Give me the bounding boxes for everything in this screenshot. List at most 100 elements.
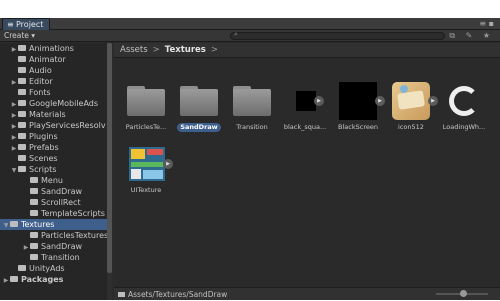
- asset-folder-transition[interactable]: Transition: [226, 82, 278, 142]
- sidebar-item-playservicesresolver[interactable]: ▶ PlayServicesResolv: [0, 120, 112, 131]
- folder-icon: [18, 144, 26, 150]
- sidebar-item-label: Transition: [41, 253, 80, 262]
- expand-arrow-icon[interactable]: ▶: [2, 275, 10, 286]
- sidebar-item-prefabs[interactable]: ▶ Prefabs: [0, 142, 112, 153]
- folder-icon: [30, 254, 38, 260]
- search-icon: ⌕: [234, 30, 238, 38]
- folder-icon: [18, 89, 26, 95]
- asset-browser: Assets > Textures > ParticlesTe... SandDraw…: [114, 43, 500, 300]
- asset-label: black_squa...: [283, 123, 327, 131]
- asset-label: BlackScreen: [338, 123, 378, 131]
- asset-texture-black-square[interactable]: ▶ black_squa...: [279, 82, 331, 142]
- sidebar-scrollbar[interactable]: [107, 43, 112, 300]
- sidebar-item-animator[interactable]: Animator: [0, 54, 112, 65]
- sidebar-item-scrollrect[interactable]: ScrollRect: [0, 197, 112, 208]
- breadcrumb-root[interactable]: Assets: [120, 45, 148, 55]
- window-menu-icon[interactable]: ≡ ▪: [479, 18, 494, 30]
- sidebar-item-transition[interactable]: Transition: [0, 252, 112, 263]
- sidebar-item-googlemobileads[interactable]: ▶ GoogleMobileAds: [0, 98, 112, 109]
- asset-label: ParticlesTe...: [125, 123, 167, 131]
- folder-icon: [118, 292, 125, 297]
- play-icon[interactable]: ▶: [375, 96, 385, 106]
- asset-texture-blackscreen[interactable]: ▶ BlackScreen: [332, 82, 385, 142]
- folder-icon: [18, 166, 26, 172]
- texture-thumbnail: ▶: [390, 82, 438, 120]
- sidebar-item-label: Animations: [29, 44, 74, 53]
- play-icon[interactable]: ▶: [314, 96, 324, 106]
- folder-icon: [18, 45, 26, 51]
- sidebar-item-particlestextures[interactable]: ParticlesTextures: [0, 230, 112, 241]
- sidebar-item-menu[interactable]: Menu: [0, 175, 112, 186]
- folder-icon: [10, 221, 18, 227]
- sidebar-item-label: Menu: [41, 176, 63, 185]
- asset-label: icon512: [398, 123, 424, 131]
- folder-icon: [10, 276, 18, 282]
- texture-thumbnail: [443, 82, 485, 120]
- sidebar-item-scripts[interactable]: ▼ Scripts: [0, 164, 112, 175]
- sidebar-item-scripts-sanddraw[interactable]: SandDraw: [0, 186, 112, 197]
- play-icon[interactable]: ▶: [428, 96, 438, 106]
- sidebar-item-label: Plugins: [29, 132, 58, 141]
- texture-thumbnail: ▶: [337, 82, 385, 120]
- asset-label: SandDraw: [177, 123, 221, 132]
- folder-icon: [18, 122, 26, 128]
- folder-icon: [30, 188, 38, 194]
- breadcrumb-separator: >: [152, 45, 160, 55]
- sidebar-scroll-thumb[interactable]: [107, 43, 112, 273]
- loading-ring-icon: [449, 86, 479, 116]
- selected-path: Assets/Textures/SandDraw: [128, 290, 228, 299]
- sidebar-item-label: Fonts: [29, 88, 51, 97]
- asset-texture-uitexture[interactable]: ▶ UITexture: [120, 145, 173, 205]
- folder-icon: [18, 78, 26, 84]
- sidebar-item-label: Scenes: [29, 154, 58, 163]
- sidebar-item-fonts[interactable]: Fonts: [0, 87, 112, 98]
- status-bar: Assets/Textures/SandDraw: [114, 287, 500, 300]
- zoom-slider-knob[interactable]: [460, 290, 467, 297]
- folder-icon: [233, 86, 271, 116]
- texture-thumbnail: ▶: [284, 82, 326, 120]
- sidebar-item-textures[interactable]: ▼ Textures: [0, 219, 112, 230]
- sidebar-item-editor[interactable]: ▶ Editor: [0, 76, 112, 87]
- sidebar-item-templatescripts[interactable]: TemplateScripts: [0, 208, 112, 219]
- sidebar-item-unityads[interactable]: UnityAds: [0, 263, 112, 274]
- asset-folder-sanddraw[interactable]: SandDraw: [173, 82, 225, 142]
- sidebar-item-packages[interactable]: ▶ Packages: [0, 274, 112, 285]
- folder-icon: [18, 265, 26, 271]
- sidebar-item-plugins[interactable]: ▶ Plugins: [0, 131, 112, 142]
- asset-label: LoadingWh...: [442, 123, 486, 131]
- folder-icon: [18, 67, 26, 73]
- folder-icon: [18, 100, 26, 106]
- sidebar-item-textures-sanddraw[interactable]: ▶ SandDraw: [0, 241, 112, 252]
- texture-thumbnail: ▶: [125, 145, 173, 183]
- folder-icon: [18, 133, 26, 139]
- sidebar-item-scenes[interactable]: Scenes: [0, 153, 112, 164]
- asset-folder-particlestextures[interactable]: ParticlesTe...: [120, 82, 172, 142]
- asset-label: Transition: [236, 123, 268, 131]
- sidebar-item-label: PlayServicesResolv: [29, 121, 106, 130]
- folder-icon: [30, 177, 38, 183]
- create-button[interactable]: Create ▾: [4, 30, 35, 42]
- sidebar-item-label: SandDraw: [41, 242, 83, 251]
- play-icon[interactable]: ▶: [163, 159, 173, 169]
- breadcrumb-separator: >: [210, 45, 218, 55]
- sidebar-item-animations[interactable]: ▶ Animations: [0, 43, 112, 54]
- folder-icon: [18, 56, 26, 62]
- project-tab[interactable]: ≡ Project: [2, 18, 51, 30]
- breadcrumb-current[interactable]: Textures: [165, 45, 206, 55]
- search-input[interactable]: ⌕: [230, 30, 445, 40]
- folder-icon: [18, 155, 26, 161]
- sidebar-item-materials[interactable]: ▶ Materials: [0, 109, 112, 120]
- folder-icon: [180, 86, 218, 116]
- sidebar-item-audio[interactable]: Audio: [0, 65, 112, 76]
- sidebar-item-label: Textures: [21, 220, 55, 229]
- toolbar-icons[interactable]: ⧉ ✎ ★: [449, 30, 494, 42]
- sidebar-item-label: TemplateScripts: [41, 209, 105, 218]
- asset-texture-loadingwheel[interactable]: LoadingWh...: [438, 82, 490, 142]
- zoom-slider[interactable]: [436, 290, 488, 297]
- asset-texture-icon512[interactable]: ▶ icon512: [385, 82, 438, 142]
- folder-icon: [127, 86, 165, 116]
- sidebar-item-label: Scripts: [29, 165, 57, 174]
- project-window: ≡ Project ≡ ▪ Create ▾ ⌕ ⧉ ✎ ★ ▶ Animation…: [0, 18, 500, 300]
- folder-icon: [30, 199, 38, 205]
- folder-tree: ▶ Animations Animator Audio ▶ Editor Fonts…: [0, 43, 112, 300]
